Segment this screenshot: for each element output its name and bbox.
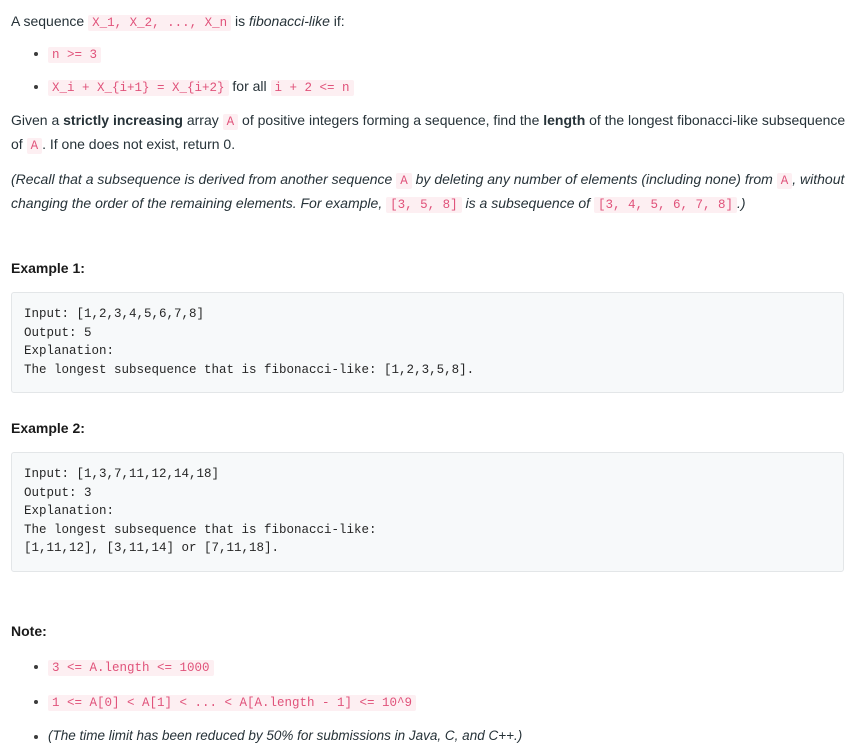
inline-code-value-constraint: 1 <= A[0] < A[1] < ... < A[A.length - 1]… bbox=[48, 694, 417, 711]
recall-text-e: .) bbox=[736, 194, 746, 211]
inline-code-array-a: A bbox=[222, 114, 239, 131]
inline-code-subsequence-example: [3, 5, 8] bbox=[386, 196, 462, 213]
example-1-code-block: Input: [1,2,3,4,5,6,7,8] Output: 5 Expla… bbox=[11, 292, 844, 394]
inline-code-recurrence: X_i + X_{i+1} = X_{i+2} bbox=[48, 79, 229, 96]
inline-code-length-constraint: 3 <= A.length <= 1000 bbox=[48, 660, 214, 677]
example-2-section: Example 2: Input: [1,3,7,11,12,14,18] Ou… bbox=[11, 417, 857, 572]
problem-bold-length: length bbox=[543, 112, 586, 129]
problem-text-c: of positive integers forming a sequence,… bbox=[238, 112, 544, 129]
list-item: (The time limit has been reduced by 50% … bbox=[34, 726, 857, 746]
recall-text-a: (Recall that a subsequence is derived fr… bbox=[11, 170, 397, 187]
bullet-text-for-all: for all bbox=[228, 77, 271, 94]
problem-statement-paragraph: Given a strictly increasing array A of p… bbox=[11, 109, 857, 157]
list-item: n >= 3 bbox=[34, 43, 857, 65]
note-time-limit-text: (The time limit has been reduced by 50% … bbox=[48, 727, 523, 743]
inline-code-recall-a-1: A bbox=[396, 172, 412, 189]
problem-text-b: array bbox=[182, 112, 223, 129]
note-bullet-list: 3 <= A.length <= 1000 1 <= A[0] < A[1] <… bbox=[11, 656, 857, 746]
list-item: 3 <= A.length <= 1000 bbox=[34, 656, 857, 678]
recall-text-b: by deleting any number of elements (incl… bbox=[411, 170, 777, 187]
inline-code-recall-a-2: A bbox=[776, 172, 793, 189]
example-1-title: Example 1: bbox=[11, 260, 85, 277]
note-title: Note: bbox=[11, 622, 47, 639]
problem-description-page: A sequence X_1, X_2, ..., X_n is fibonac… bbox=[0, 0, 868, 746]
example-1-section: Example 1: Input: [1,2,3,4,5,6,7,8] Outp… bbox=[11, 257, 857, 394]
recall-paragraph: (Recall that a subsequence is derived fr… bbox=[11, 168, 857, 216]
problem-text-e: . If one does not exist, return 0. bbox=[42, 136, 236, 152]
list-item: 1 <= A[0] < A[1] < ... < A[A.length - 1]… bbox=[34, 691, 857, 713]
problem-text-a: Given a bbox=[11, 112, 64, 129]
inline-code-n-constraint: n >= 3 bbox=[48, 46, 102, 63]
intro-text-b: is bbox=[231, 13, 249, 29]
inline-code-sequence-example: [3, 4, 5, 6, 7, 8] bbox=[593, 196, 737, 213]
intro-text-a: A sequence bbox=[11, 13, 89, 29]
inline-code-index-bound: i + 2 <= n bbox=[270, 79, 354, 96]
definition-intro-paragraph: A sequence X_1, X_2, ..., X_n is fibonac… bbox=[11, 10, 857, 34]
inline-code-sequence-vars: X_1, X_2, ..., X_n bbox=[88, 15, 232, 31]
note-section: Note: 3 <= A.length <= 1000 1 <= A[0] < … bbox=[11, 620, 857, 746]
inline-code-array-a-2: A bbox=[26, 138, 43, 154]
example-2-code-block: Input: [1,3,7,11,12,14,18] Output: 3 Exp… bbox=[11, 452, 844, 572]
definition-bullet-list: n >= 3 X_i + X_{i+1} = X_{i+2} for all i… bbox=[11, 43, 857, 98]
recall-text-d: is a subsequence of bbox=[461, 194, 594, 211]
intro-emphasis-fibonacci-like: fibonacci-like bbox=[248, 13, 330, 29]
problem-bold-strictly-increasing: strictly increasing bbox=[63, 112, 183, 129]
list-item: X_i + X_{i+1} = X_{i+2} for all i + 2 <=… bbox=[34, 76, 857, 98]
intro-text-c: if: bbox=[329, 13, 345, 29]
example-2-title: Example 2: bbox=[11, 420, 85, 437]
